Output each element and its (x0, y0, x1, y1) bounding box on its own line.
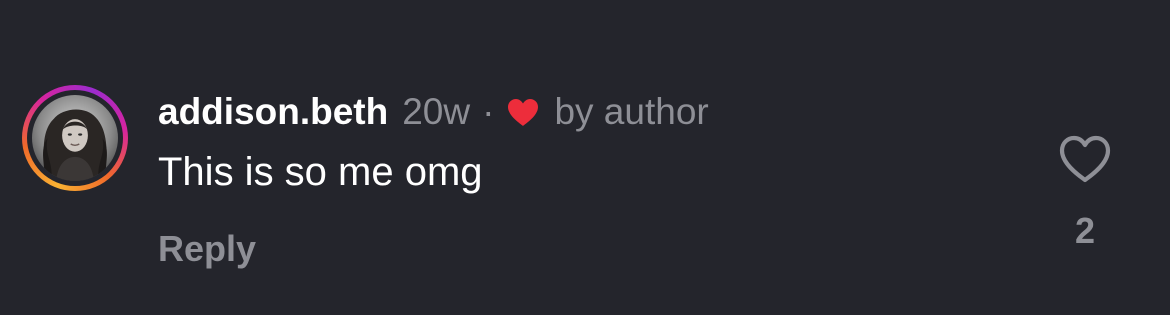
liked-by-author-heart-icon (508, 99, 539, 126)
header-separator: · (482, 91, 495, 132)
avatar-story-ring[interactable] (22, 85, 128, 191)
comment-header: addison.beth 20w · by author (158, 88, 709, 136)
avatar-frame (27, 90, 123, 186)
reply-button[interactable]: Reply (158, 228, 256, 270)
comment-text: This is so me omg (158, 150, 483, 194)
comment-item: addison.beth 20w · by author This is so … (0, 0, 1170, 315)
username[interactable]: addison.beth (158, 91, 388, 133)
like-heart-icon[interactable] (1057, 134, 1113, 184)
avatar (32, 95, 118, 181)
liked-by-author-label: by author (554, 91, 709, 132)
like-count: 2 (1074, 210, 1096, 251)
comment-timestamp: 20w (402, 91, 471, 132)
